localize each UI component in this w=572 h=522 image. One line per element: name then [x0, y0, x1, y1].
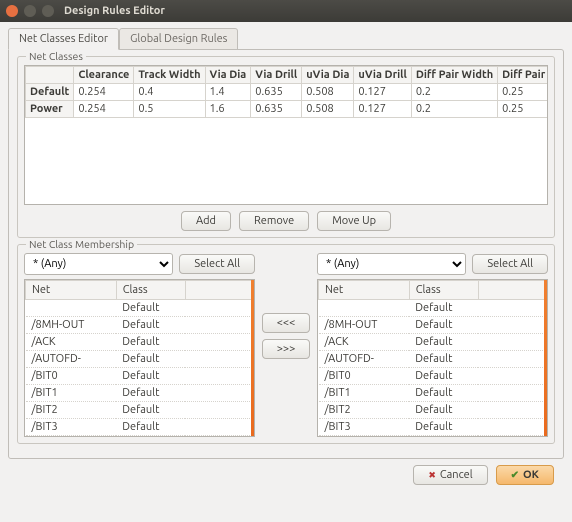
row-name: Default	[26, 84, 74, 101]
right-net-list[interactable]: Net Class Default/8MH-OUTDefault/ACKDefa…	[317, 279, 548, 437]
minimize-icon[interactable]	[24, 5, 36, 17]
cancel-button[interactable]: Cancel	[413, 465, 487, 485]
membership-group: Net Class Membership * (Any) Select All …	[17, 244, 555, 444]
col-header[interactable]: Track Width	[134, 67, 205, 84]
list-item[interactable]: /BIT3Default	[26, 419, 254, 436]
col-net[interactable]: Net	[26, 281, 117, 300]
close-icon[interactable]	[6, 5, 18, 17]
move-left-button[interactable]: <<<	[262, 313, 311, 333]
tab-global-rules[interactable]: Global Design Rules	[119, 28, 238, 50]
net-classes-title: Net Classes	[26, 50, 86, 62]
cell[interactable]: 0.2	[411, 84, 497, 101]
net-classes-grid[interactable]: ClearanceTrack WidthVia DiaVia DrilluVia…	[24, 65, 548, 205]
col-header[interactable]: Clearance	[74, 67, 134, 84]
left-net-list[interactable]: Net Class Default/8MH-OUTDefault/ACKDefa…	[24, 279, 255, 437]
titlebar: Design Rules Editor	[0, 0, 572, 22]
moveup-button[interactable]: Move Up	[317, 211, 391, 231]
net-classes-group: Net Classes ClearanceTrack WidthVia DiaV…	[17, 56, 555, 238]
list-item[interactable]: /BIT3Default	[319, 419, 547, 436]
tab-net-classes[interactable]: Net Classes Editor	[8, 28, 119, 50]
list-item[interactable]: /8MH-OUTDefault	[26, 317, 254, 334]
cell[interactable]: 1.6	[205, 101, 251, 118]
list-item[interactable]: /AUTOFD-Default	[26, 351, 254, 368]
cell[interactable]: 0.508	[302, 84, 354, 101]
cell[interactable]: 0.635	[251, 84, 302, 101]
list-item[interactable]: /BIT0Default	[26, 368, 254, 385]
cell[interactable]: 0.2	[411, 101, 497, 118]
col-header[interactable]: Diff Pair Gap	[498, 67, 548, 84]
cell[interactable]: 0.254	[74, 84, 134, 101]
cancel-icon	[428, 469, 440, 481]
cell[interactable]: 0.4	[134, 84, 205, 101]
left-select-all-button[interactable]: Select All	[179, 254, 255, 274]
cell[interactable]: 0.127	[354, 84, 411, 101]
ok-icon	[511, 469, 523, 481]
list-item[interactable]: /8MH-OUTDefault	[319, 317, 547, 334]
col-header[interactable]: Diff Pair Width	[411, 67, 497, 84]
cell[interactable]: 0.254	[74, 101, 134, 118]
list-item[interactable]: /BIT2Default	[319, 402, 547, 419]
list-item[interactable]: /AUTOFD-Default	[319, 351, 547, 368]
ok-button[interactable]: OK	[496, 465, 554, 485]
col-header[interactable]: uVia Drill	[354, 67, 411, 84]
move-right-button[interactable]: >>>	[262, 339, 311, 359]
table-row[interactable]: Power0.2540.51.60.6350.5080.1270.20.25	[26, 101, 549, 118]
list-item[interactable]: /ACKDefault	[26, 334, 254, 351]
cell[interactable]: 0.25	[498, 84, 548, 101]
list-item[interactable]: Default	[319, 300, 547, 317]
cell[interactable]: 0.5	[134, 101, 205, 118]
cell[interactable]: 0.25	[498, 101, 548, 118]
table-row[interactable]: Default0.2540.41.40.6350.5080.1270.20.25	[26, 84, 549, 101]
remove-button[interactable]: Remove	[239, 211, 309, 231]
col-net[interactable]: Net	[319, 281, 410, 300]
tab-bar: Net Classes Editor Global Design Rules	[8, 28, 564, 50]
cell[interactable]: 0.508	[302, 101, 354, 118]
row-name: Power	[26, 101, 74, 118]
maximize-icon[interactable]	[42, 5, 54, 17]
col-class[interactable]: Class	[409, 281, 478, 300]
list-item[interactable]: /BIT4Default	[26, 436, 254, 438]
col-class[interactable]: Class	[116, 281, 185, 300]
right-select-all-button[interactable]: Select All	[472, 254, 548, 274]
col-header[interactable]: Via Dia	[205, 67, 251, 84]
col-header[interactable]: Via Drill	[251, 67, 302, 84]
list-item[interactable]: /BIT1Default	[319, 385, 547, 402]
list-item[interactable]: /BIT4Default	[319, 436, 547, 438]
cell[interactable]: 0.127	[354, 101, 411, 118]
window-title: Design Rules Editor	[64, 5, 165, 17]
membership-title: Net Class Membership	[26, 238, 137, 250]
right-filter-combo[interactable]: * (Any)	[317, 253, 466, 275]
cell[interactable]: 1.4	[205, 84, 251, 101]
list-item[interactable]: /BIT2Default	[26, 402, 254, 419]
add-button[interactable]: Add	[181, 211, 231, 231]
list-item[interactable]: /ACKDefault	[319, 334, 547, 351]
list-item[interactable]: /BIT0Default	[319, 368, 547, 385]
list-item[interactable]: Default	[26, 300, 254, 317]
cell[interactable]: 0.635	[251, 101, 302, 118]
left-filter-combo[interactable]: * (Any)	[24, 253, 173, 275]
list-item[interactable]: /BIT1Default	[26, 385, 254, 402]
col-header[interactable]: uVia Dia	[302, 67, 354, 84]
